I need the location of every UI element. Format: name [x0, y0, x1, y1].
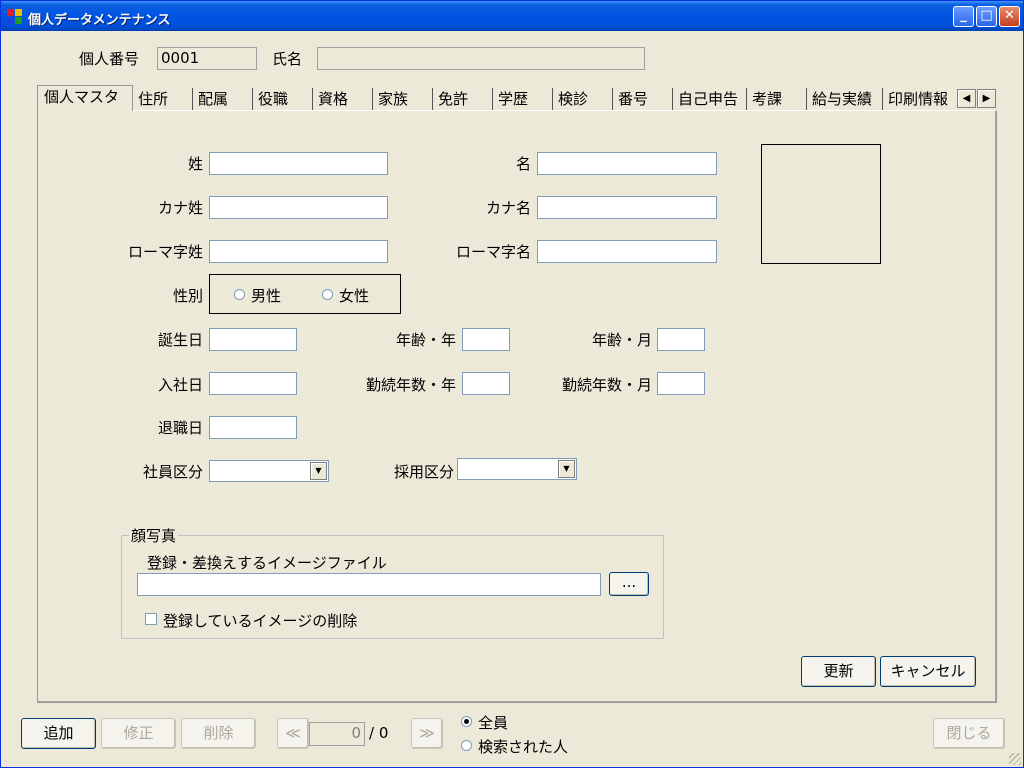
edit-button[interactable]: 修正: [101, 718, 176, 749]
tab-scroll-left-icon[interactable]: ◀: [957, 89, 976, 108]
next-record-button[interactable]: ≫: [411, 718, 443, 749]
male-radio[interactable]: [234, 289, 245, 300]
gender-label: 性別: [172, 287, 203, 305]
service-month-input[interactable]: [657, 372, 705, 395]
tab-position[interactable]: 役職: [253, 88, 313, 110]
app-icon: [7, 9, 22, 24]
tab-number[interactable]: 番号: [613, 88, 673, 110]
window-title: 個人データメンテナンス: [28, 13, 171, 28]
kana-last-name-label: カナ姓: [157, 199, 203, 217]
record-number-field[interactable]: 0: [309, 722, 365, 746]
birthday-input[interactable]: [209, 328, 297, 351]
update-button[interactable]: 更新: [801, 656, 876, 687]
roman-first-name-label: ローマ字名: [455, 243, 531, 261]
first-name-label: 名: [515, 155, 531, 173]
close-window-button[interactable]: ✕: [999, 6, 1020, 27]
kana-first-name-input[interactable]: [537, 196, 717, 219]
searched-label: 検索された人: [478, 738, 569, 756]
delete-button[interactable]: 削除: [181, 718, 256, 749]
employee-name-label: 氏名: [272, 50, 303, 68]
hire-type-select[interactable]: ▼: [457, 458, 577, 480]
tab-self-report[interactable]: 自己申告: [673, 88, 747, 110]
browse-button[interactable]: ...: [609, 572, 649, 596]
first-name-input[interactable]: [537, 152, 717, 175]
chevron-down-icon[interactable]: ▼: [310, 462, 327, 480]
retire-date-input[interactable]: [209, 416, 297, 439]
tab-salary-results[interactable]: 給与実績: [807, 88, 883, 110]
all-label: 全員: [478, 714, 509, 732]
service-month-label: 勤続年数・月: [561, 376, 652, 394]
tab-education[interactable]: 学歴: [493, 88, 553, 110]
male-label: 男性: [251, 287, 282, 305]
photo-preview: [761, 144, 881, 264]
hire-type-label: 採用区分: [393, 463, 454, 481]
join-date-label: 入社日: [157, 376, 203, 394]
chevron-down-icon[interactable]: ▼: [558, 460, 575, 478]
age-year-label: 年齢・年: [395, 331, 456, 349]
tab-scroll-right-icon[interactable]: ▶: [977, 89, 996, 108]
tab-evaluation[interactable]: 考課: [747, 88, 807, 110]
service-year-label: 勤続年数・年: [365, 376, 456, 394]
tab-address[interactable]: 住所: [133, 88, 193, 110]
tab-family[interactable]: 家族: [373, 88, 433, 110]
roman-first-name-input[interactable]: [537, 240, 717, 263]
searched-radio[interactable]: [461, 740, 472, 751]
cancel-button[interactable]: キャンセル: [880, 656, 976, 687]
resize-grip-icon[interactable]: [1009, 753, 1021, 765]
service-year-input[interactable]: [462, 372, 510, 395]
minimize-button[interactable]: _: [953, 6, 974, 27]
tab-qualification[interactable]: 資格: [313, 88, 373, 110]
employee-id-field: 0001: [157, 47, 257, 70]
maximize-button[interactable]: □: [976, 6, 997, 27]
tab-print-info[interactable]: 印刷情報: [883, 88, 957, 110]
main-window: 個人データメンテナンス _ □ ✕ 個人番号 0001 氏名 個人マスタ 住所 …: [0, 0, 1024, 768]
retire-date-label: 退職日: [157, 419, 203, 437]
add-button[interactable]: 追加: [21, 718, 96, 749]
employee-id-label: 個人番号: [79, 50, 140, 68]
last-name-input[interactable]: [209, 152, 388, 175]
tab-assignment[interactable]: 配属: [193, 88, 253, 110]
age-year-input[interactable]: [462, 328, 510, 351]
employee-type-label: 社員区分: [142, 463, 203, 481]
roman-last-name-input[interactable]: [209, 240, 388, 263]
photo-group-title: 顔写真: [129, 525, 179, 546]
image-file-label: 登録・差換えするイメージファイル: [147, 554, 387, 572]
kana-first-name-label: カナ名: [485, 199, 531, 217]
prev-record-button[interactable]: ≪: [277, 718, 309, 749]
tab-scroll-arrows: ◀ ▶: [957, 89, 997, 108]
tab-checkup[interactable]: 検診: [553, 88, 613, 110]
close-button[interactable]: 閉じる: [933, 718, 1005, 749]
last-name-label: 姓: [187, 155, 203, 173]
birthday-label: 誕生日: [157, 331, 203, 349]
tab-license[interactable]: 免許: [433, 88, 493, 110]
join-date-input[interactable]: [209, 372, 297, 395]
employee-name-field: [317, 47, 645, 70]
employee-type-select[interactable]: ▼: [209, 460, 329, 482]
delete-image-checkbox[interactable]: [145, 613, 157, 625]
all-radio[interactable]: [461, 716, 472, 727]
age-month-label: 年齢・月: [591, 331, 652, 349]
record-total: / 0: [369, 724, 389, 742]
title-bar: 個人データメンテナンス _ □ ✕: [1, 1, 1023, 31]
female-radio[interactable]: [322, 289, 333, 300]
image-file-input[interactable]: [137, 573, 601, 596]
kana-last-name-input[interactable]: [209, 196, 388, 219]
tab-personal-master[interactable]: 個人マスタ: [37, 85, 133, 111]
delete-image-label: 登録しているイメージの削除: [163, 612, 358, 630]
female-label: 女性: [339, 287, 370, 305]
roman-last-name-label: ローマ字姓: [127, 243, 203, 261]
age-month-input[interactable]: [657, 328, 705, 351]
